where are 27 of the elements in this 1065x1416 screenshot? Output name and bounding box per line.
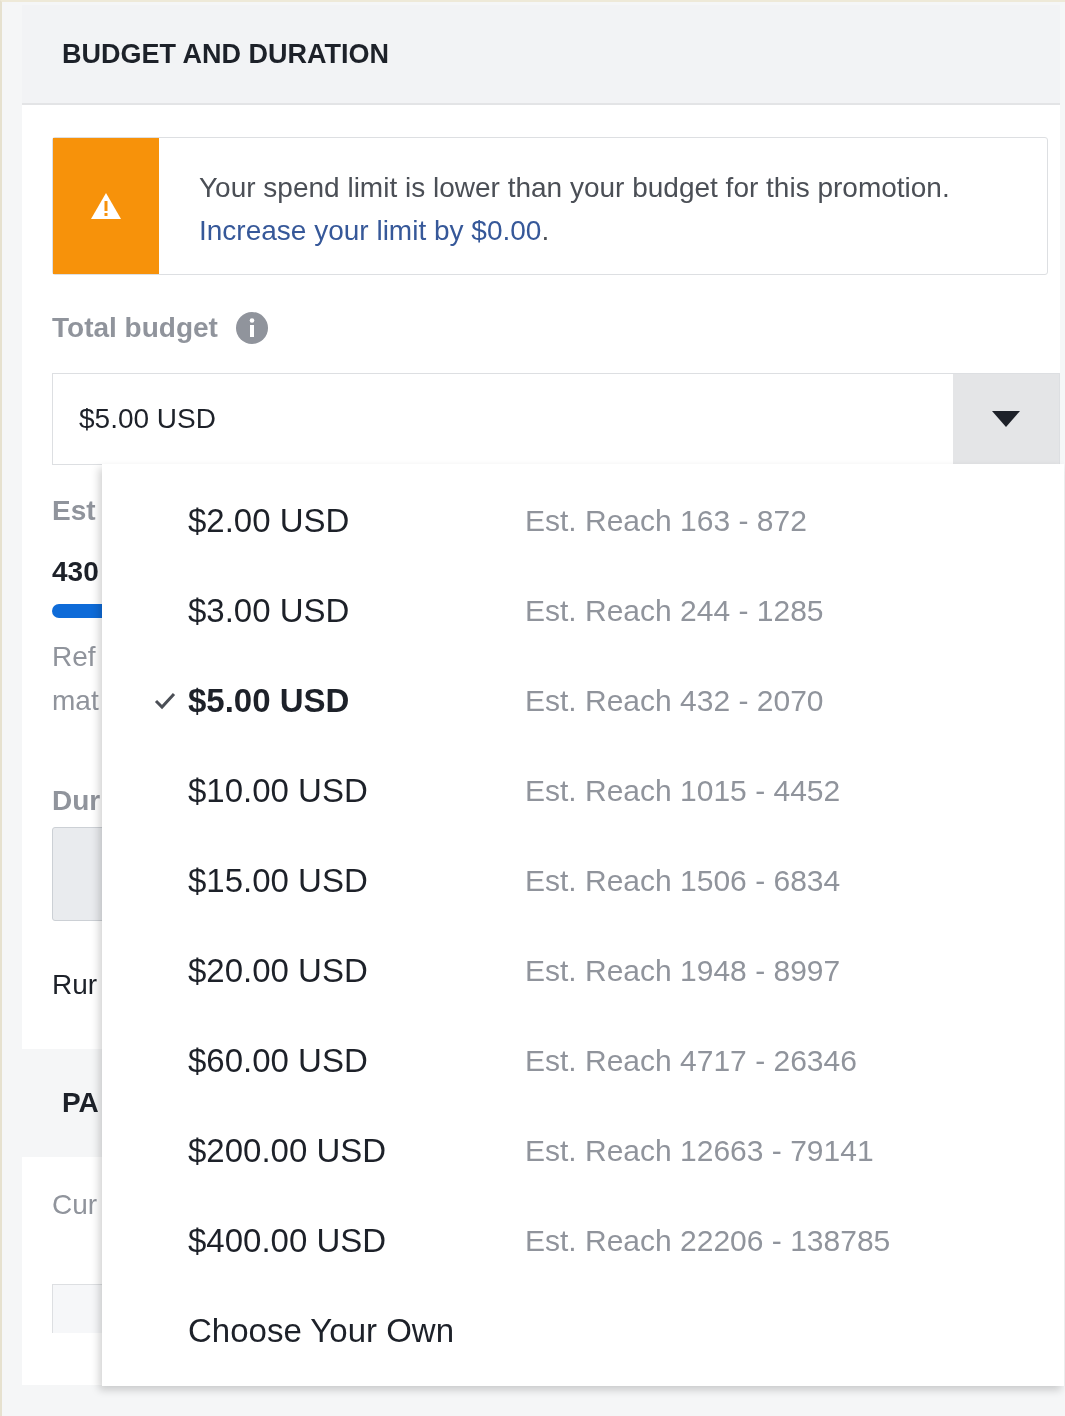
reach-note: Ref: [52, 641, 96, 673]
menu-item[interactable]: Choose Your Own: [102, 1286, 1064, 1376]
menu-item[interactable]: $400.00 USD Est. Reach 22206 - 138785: [102, 1196, 1064, 1286]
menu-item[interactable]: $200.00 USD Est. Reach 12663 - 79141: [102, 1106, 1064, 1196]
section-title: BUDGET AND DURATION: [62, 38, 389, 70]
menu-item[interactable]: $5.00 USD Est. Reach 432 - 2070: [102, 656, 1064, 746]
menu-item[interactable]: $20.00 USD Est. Reach 1948 - 8997: [102, 926, 1064, 1016]
caret-icon: [992, 411, 1020, 427]
menu-item[interactable]: $3.00 USD Est. Reach 244 - 1285: [102, 566, 1064, 656]
budget-dropdown[interactable]: $5.00 USD: [52, 373, 1060, 465]
info-icon[interactable]: [235, 312, 268, 344]
warning-message: Your spend limit is lower than your budget for this promotion. Increase your limit by $0.00.: [198, 171, 951, 248]
currency-label: Cur: [52, 1188, 98, 1221]
duration-label: Dur: [52, 785, 101, 817]
reach-note: mat: [52, 685, 99, 717]
run-label: Rur: [52, 969, 98, 1001]
menu-item[interactable]: $2.00 USD Est. Reach 163 - 872: [102, 476, 1064, 566]
total-budget-label: Total budget: [52, 312, 218, 344]
menu-item[interactable]: $60.00 USD Est. Reach 4717 - 26346: [102, 1016, 1064, 1106]
section-title: PA: [62, 1087, 99, 1119]
estimate-label: Est: [52, 495, 96, 527]
estimate-value: 430: [52, 556, 99, 588]
increase-limit-link[interactable]: Increase your limit by $0.00: [199, 215, 542, 246]
menu-item[interactable]: $10.00 USD Est. Reach 1015 - 4452: [102, 746, 1064, 836]
check-icon: [154, 692, 176, 710]
menu-item[interactable]: $15.00 USD Est. Reach 1506 - 6834: [102, 836, 1064, 926]
warning-icon: [90, 192, 122, 220]
